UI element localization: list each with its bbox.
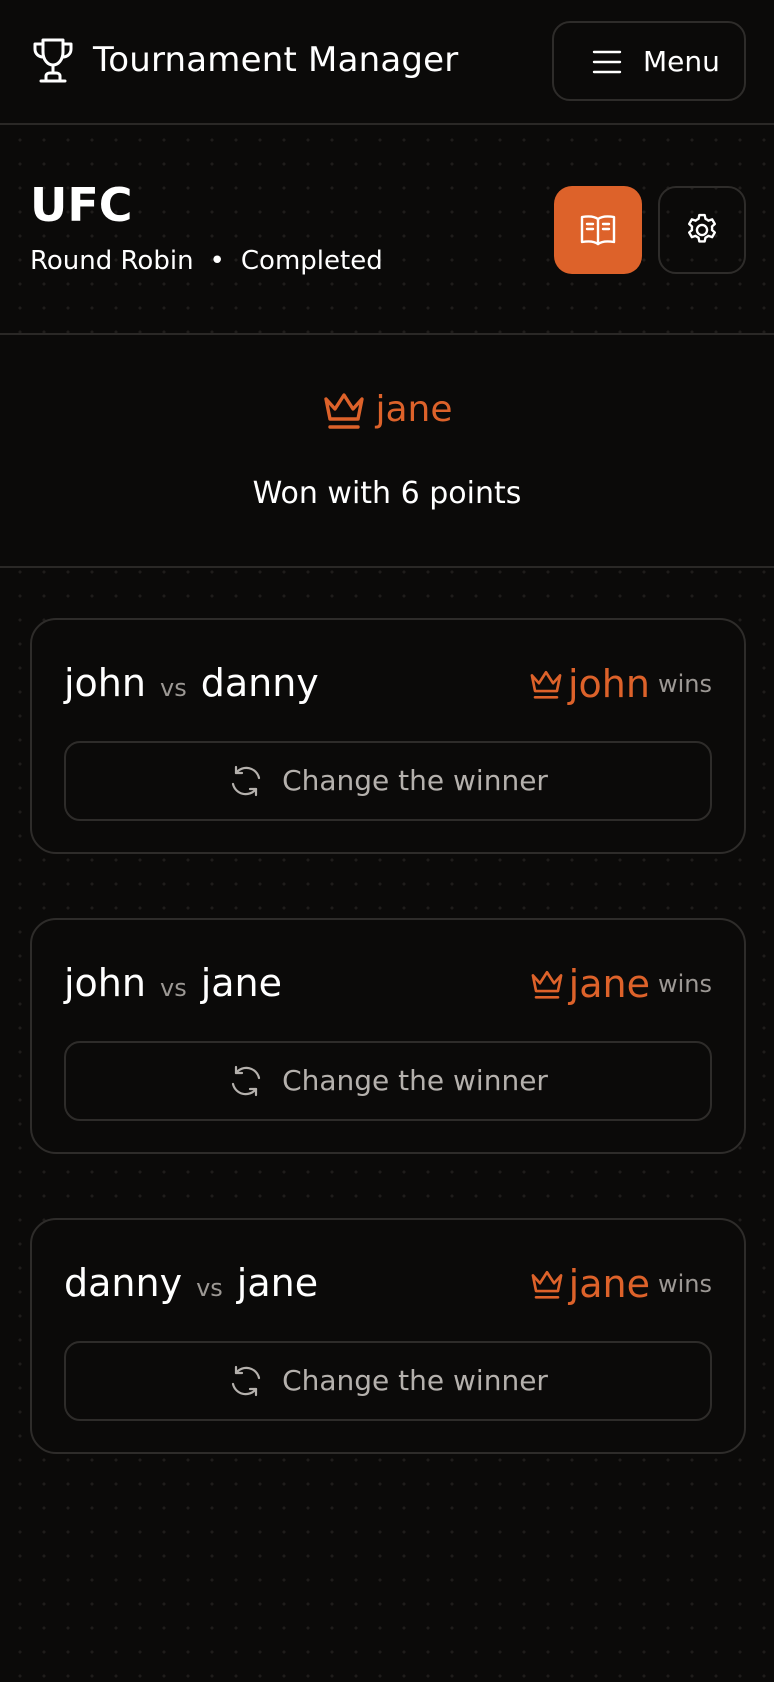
menu-button[interactable]: Menu <box>552 21 746 101</box>
rules-button[interactable] <box>554 186 642 274</box>
tournament-name: UFC <box>30 178 133 232</box>
wins-label: wins <box>657 969 712 998</box>
crown-icon <box>530 670 562 699</box>
player-one: john <box>64 961 146 1005</box>
change-winner-button[interactable]: Change the winner <box>64 1041 712 1121</box>
match-result: jane wins <box>529 958 712 1009</box>
winner-banner: jane Won with 6 points <box>0 337 774 568</box>
crown-icon <box>531 970 563 999</box>
settings-button[interactable] <box>658 186 746 274</box>
player-one: danny <box>64 1261 183 1305</box>
match-card: danny vs jane jane wins Change the winner <box>30 1218 746 1454</box>
match-players: john vs danny <box>64 658 319 713</box>
hamburger-icon <box>592 50 622 74</box>
refresh-icon <box>231 1065 261 1097</box>
vs-label: vs <box>159 674 187 702</box>
app-title: Tournament Manager <box>93 40 459 80</box>
winner-name: jane <box>375 389 453 430</box>
top-bar: Tournament Manager Menu <box>0 0 774 125</box>
match-winner: jane <box>568 1261 650 1306</box>
meta-separator: • <box>209 246 225 276</box>
book-open-icon <box>580 215 616 246</box>
trophy-icon <box>33 38 73 83</box>
page: Tournament Manager Menu UFC Round Robin •… <box>0 0 774 1682</box>
refresh-icon <box>231 1365 261 1397</box>
player-two: danny <box>200 661 319 705</box>
gear-icon <box>687 213 717 243</box>
tournament-header: UFC Round Robin • Completed <box>0 127 774 335</box>
tournament-status: Completed <box>240 246 383 276</box>
crown-icon <box>324 393 365 429</box>
menu-label: Menu <box>643 45 720 78</box>
wins-label: wins <box>657 669 712 698</box>
wins-label: wins <box>657 1269 712 1298</box>
crown-icon <box>531 1270 563 1299</box>
change-winner-label: Change the winner <box>282 1364 548 1397</box>
winner-summary: Won with 6 points <box>252 476 522 511</box>
match-card: john vs jane jane wins Change the winner <box>30 918 746 1154</box>
vs-label: vs <box>159 974 187 1002</box>
player-two: jane <box>200 961 283 1005</box>
tournament-meta: Round Robin • Completed <box>30 244 383 278</box>
match-winner: jane <box>568 961 650 1006</box>
change-winner-label: Change the winner <box>282 764 548 797</box>
match-players: danny vs jane <box>64 1258 318 1313</box>
winner-line: jane <box>0 387 774 437</box>
match-players: john vs jane <box>64 958 282 1013</box>
tournament-format: Round Robin <box>30 246 194 276</box>
vs-label: vs <box>196 1274 223 1302</box>
player-two: jane <box>236 1261 319 1305</box>
match-result: jane wins <box>529 1258 712 1309</box>
change-winner-button[interactable]: Change the winner <box>64 741 712 821</box>
player-one: john <box>64 661 146 705</box>
refresh-icon <box>231 765 261 797</box>
match-result: john wins <box>528 658 712 709</box>
change-winner-button[interactable]: Change the winner <box>64 1341 712 1421</box>
match-winner: john <box>568 661 650 706</box>
match-card: john vs danny john wins Change the winner <box>30 618 746 854</box>
change-winner-label: Change the winner <box>282 1064 548 1097</box>
